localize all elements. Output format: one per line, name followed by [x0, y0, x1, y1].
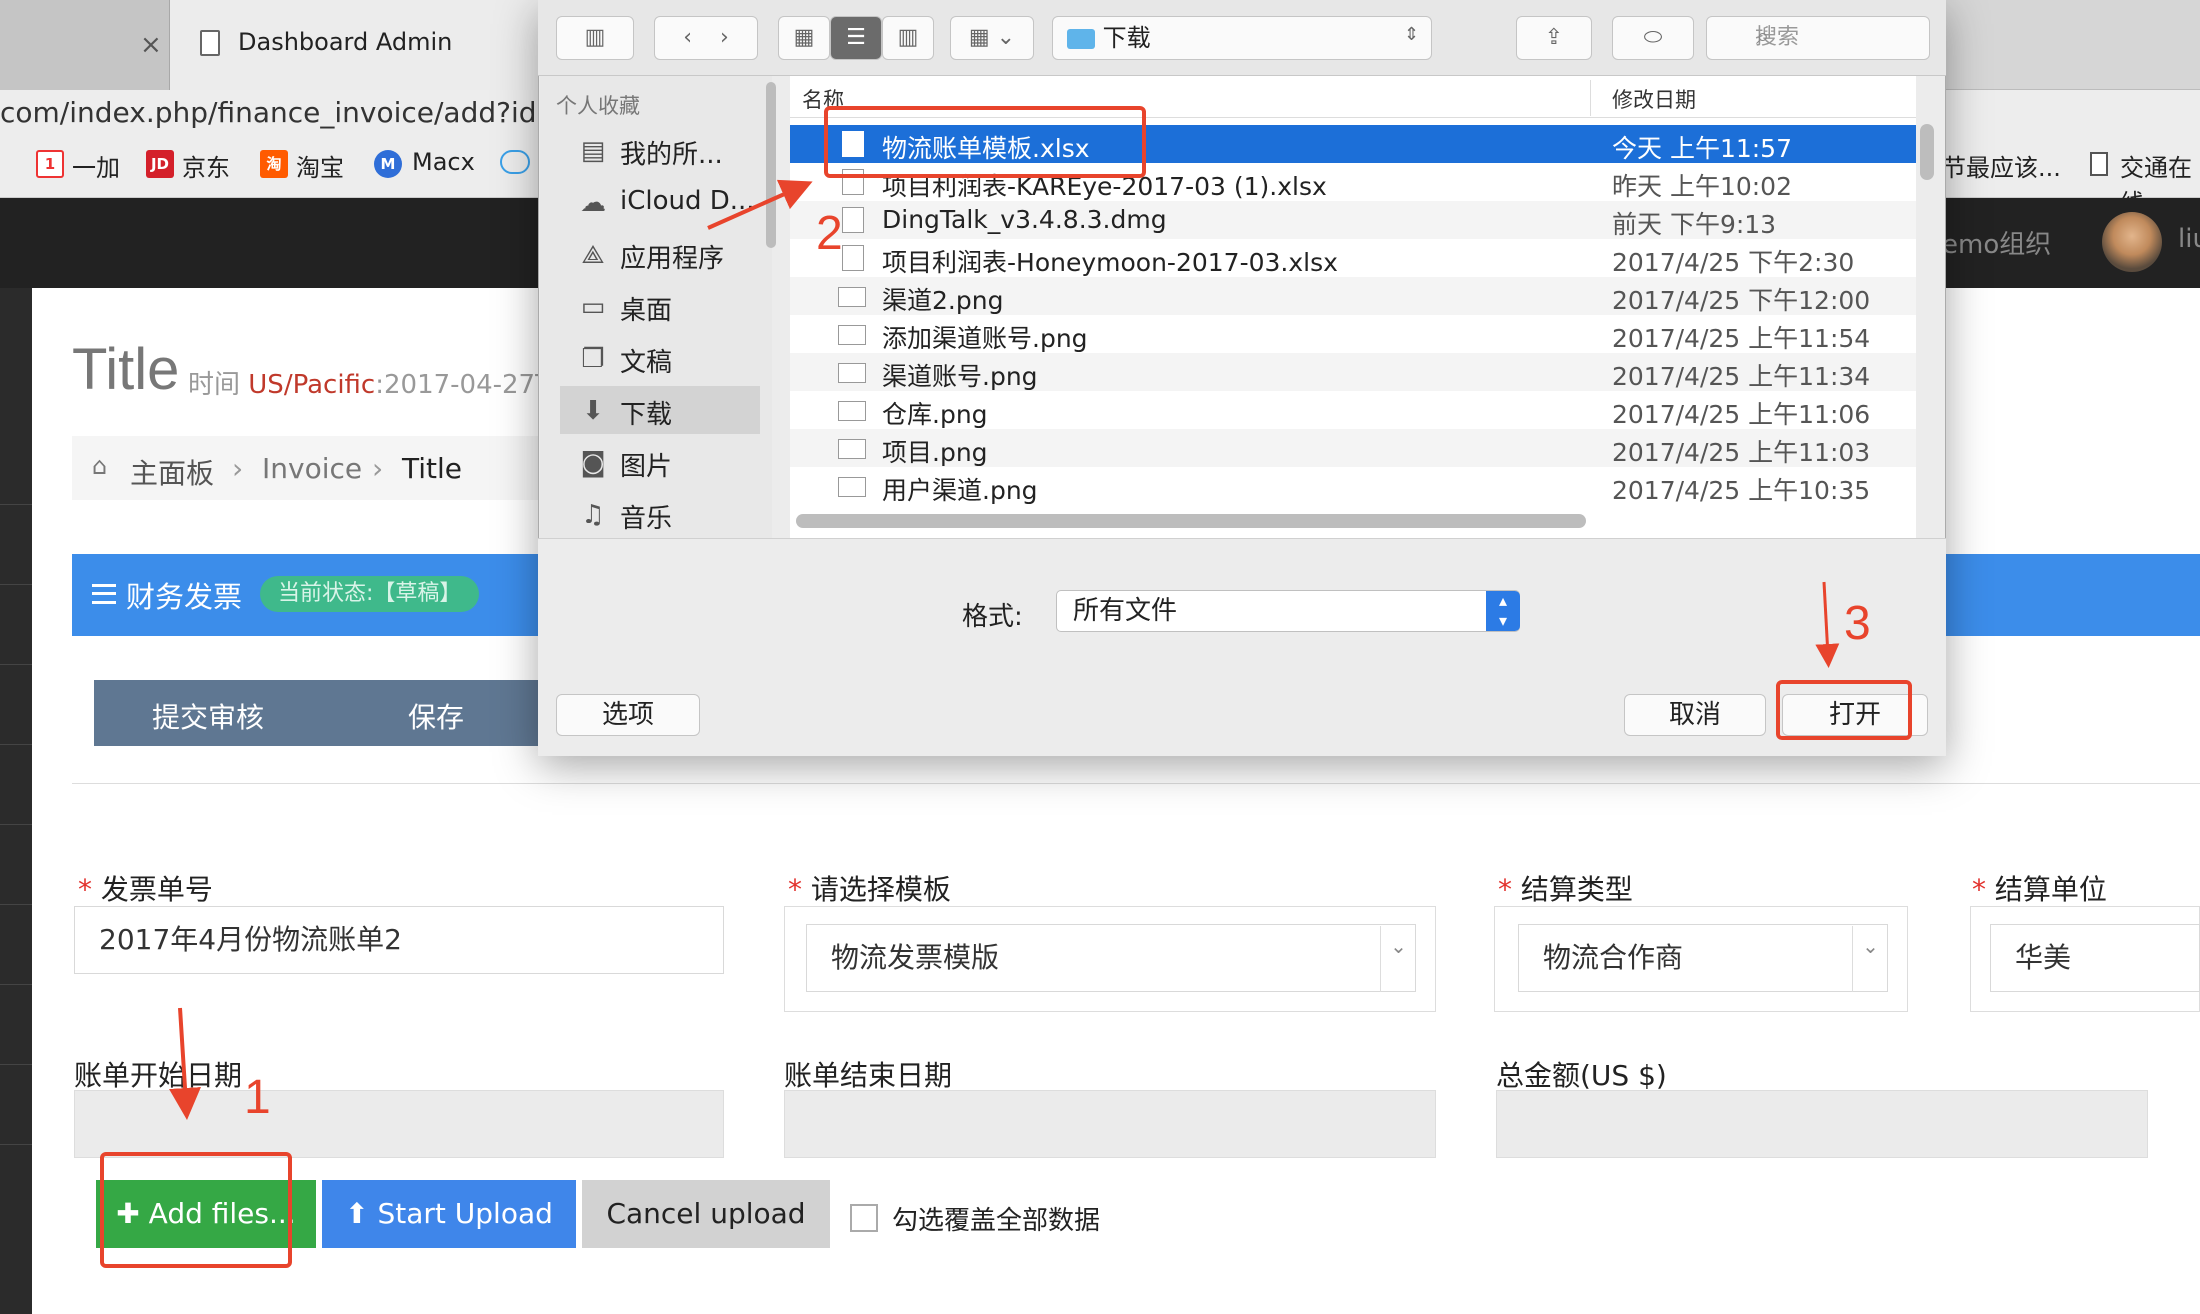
arrow-step-1: [169, 1007, 201, 1120]
annotation-arrows: [169, 179, 1840, 1120]
arrow-step-3: [1815, 581, 1840, 668]
arrow-step-2: [707, 179, 813, 230]
